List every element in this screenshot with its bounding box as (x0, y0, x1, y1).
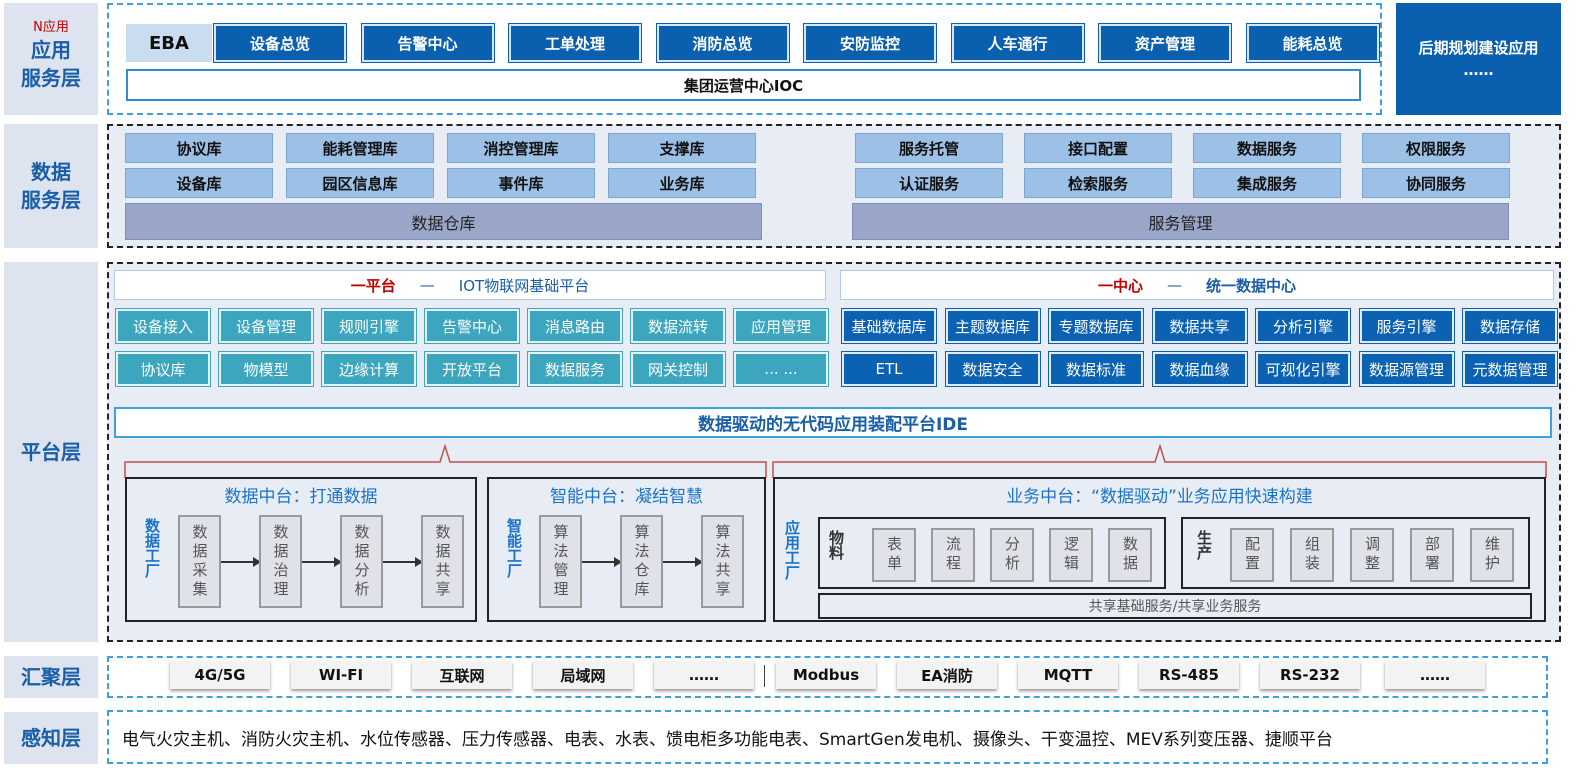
converge-divider (764, 665, 765, 687)
material-item: 分析 (990, 528, 1034, 582)
produce-item: 组装 (1290, 528, 1334, 582)
produce-item: 调整 (1350, 528, 1394, 582)
material-item-text: 逻辑 (1062, 536, 1080, 574)
network-item: 局域网 (533, 661, 633, 689)
ai-factory-text: 智能工厂 (505, 518, 523, 578)
ai-step-text: 算法共享 (713, 523, 732, 600)
data-step-text: 数据采集 (190, 523, 209, 600)
material-label-text: 物料 (827, 530, 845, 560)
network-item: RS-232 (1260, 661, 1360, 689)
data-step-text: 数据共享 (433, 523, 452, 600)
data-factory-label: 数据工厂 (141, 518, 163, 584)
shared-services-label: 共享基础服务/共享业务服务 (1088, 599, 1262, 615)
data-step-text: 数据分析 (352, 523, 371, 600)
network-item: EA消防 (897, 661, 997, 689)
produce-item-text: 组装 (1303, 536, 1321, 574)
flow-arrow (302, 557, 342, 567)
produce-item-text: 维护 (1483, 536, 1501, 574)
network-item: 4G/5G (170, 661, 270, 689)
network-item: 互联网 (412, 661, 512, 689)
network-item: RS-485 (1139, 661, 1239, 689)
material-label: 物料 (826, 530, 848, 564)
material-item-text: 分析 (1003, 536, 1021, 574)
shared-services-bar: 共享基础服务/共享业务服务 (818, 593, 1532, 619)
ai-step-text: 算法管理 (551, 523, 570, 600)
data-step-text: 数据治理 (271, 523, 290, 600)
flow-arrow (383, 557, 423, 567)
data-step: 数据共享 (421, 515, 464, 608)
produce-item: 维护 (1470, 528, 1514, 582)
ai-step: 算法管理 (539, 515, 582, 608)
produce-label: 生产 (1194, 530, 1216, 564)
produce-item-text: 配置 (1243, 536, 1261, 574)
material-item: 流程 (931, 528, 975, 582)
biz-mid-title: 业务中台：“数据驱动”业务应用快速构建 (1006, 486, 1313, 507)
ai-step: 算法共享 (701, 515, 744, 608)
material-item: 逻辑 (1049, 528, 1093, 582)
network-item: …… (1385, 661, 1485, 689)
network-item: MQTT (1018, 661, 1118, 689)
network-item: WI-FI (291, 661, 391, 689)
produce-item: 部署 (1410, 528, 1454, 582)
sense-devices-text: 电气火灾主机、消防火灾主机、水位传感器、压力传感器、电表、水表、馈电柜多功能电表… (122, 729, 1333, 750)
produce-label-text: 生产 (1195, 530, 1213, 560)
network-item: …… (654, 661, 754, 689)
material-item-text: 表单 (885, 536, 903, 574)
ai-step-text: 算法仓库 (632, 523, 651, 600)
left-brace (124, 443, 767, 478)
ai-mid-title: 智能中台：凝结智慧 (550, 486, 703, 507)
flow-arrow (663, 557, 703, 567)
material-item-text: 数据 (1121, 536, 1139, 574)
material-item: 表单 (872, 528, 916, 582)
produce-item-text: 调整 (1363, 536, 1381, 574)
data-step: 数据治理 (259, 515, 302, 608)
material-item-text: 流程 (944, 536, 962, 574)
sense-devices: 电气火灾主机、消防火灾主机、水位传感器、压力传感器、电表、水表、馈电柜多功能电表… (122, 712, 1542, 762)
data-step: 数据分析 (340, 515, 383, 608)
produce-item: 配置 (1230, 528, 1274, 582)
data-mid-title: 数据中台：打通数据 (224, 486, 378, 507)
material-item: 数据 (1108, 528, 1152, 582)
right-brace (772, 443, 1547, 478)
flow-arrow (582, 557, 622, 567)
ai-factory-label: 智能工厂 (503, 518, 525, 584)
network-item: Modbus (776, 661, 876, 689)
app-factory-text: 应用工厂 (783, 520, 801, 580)
data-step: 数据采集 (178, 515, 221, 608)
produce-item-text: 部署 (1423, 536, 1441, 574)
ai-step: 算法仓库 (620, 515, 663, 608)
data-factory-text: 数据工厂 (143, 518, 161, 578)
flow-arrow (221, 557, 261, 567)
app-factory-label: 应用工厂 (781, 520, 803, 586)
